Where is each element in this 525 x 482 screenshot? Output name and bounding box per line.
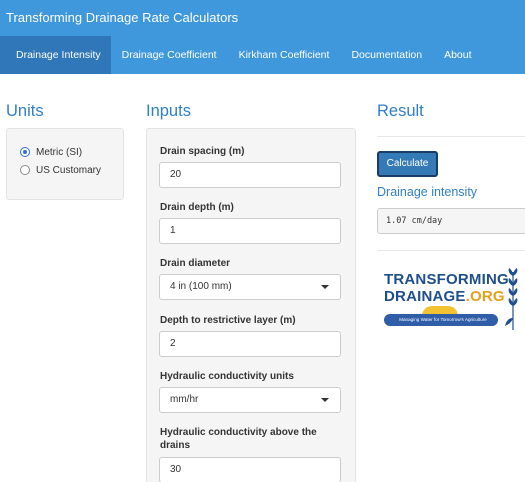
calculate-button[interactable]: Calculate <box>377 151 438 177</box>
restrictive-depth-input[interactable]: 2 <box>159 331 341 357</box>
nav-tabs: Drainage Intensity Drainage Coefficient … <box>0 36 483 74</box>
tab-drainage-intensity[interactable]: Drainage Intensity <box>0 36 111 74</box>
conductivity-units-select[interactable]: mm/hr <box>159 387 341 413</box>
inputs-heading: Inputs <box>146 102 191 120</box>
drainage-intensity-output: 1.07 cm/day <box>377 208 525 234</box>
conductivity-units-value: mm/hr <box>170 394 199 405</box>
logo-line2-suffix: .ORG <box>465 288 505 305</box>
wheat-icon <box>505 268 518 330</box>
inputs-panel: Drain spacing (m) 20 Drain depth (m) 1 D… <box>146 128 356 482</box>
divider <box>377 250 525 251</box>
units-panel: Metric (SI) US Customary <box>6 128 124 200</box>
logo-line2-main: DRAINAGE <box>384 288 466 305</box>
caret-down-icon <box>321 285 329 289</box>
app-title[interactable]: Transforming Drainage Rate Calculators <box>6 10 238 25</box>
navbar: Transforming Drainage Rate Calculators D… <box>0 0 525 74</box>
restrictive-depth-label: Depth to restrictive layer (m) <box>160 315 296 326</box>
drain-diameter-label: Drain diameter <box>160 258 231 269</box>
result-heading: Result <box>377 102 424 120</box>
units-heading: Units <box>6 102 44 120</box>
drain-diameter-value: 4 in (100 mm) <box>170 281 232 292</box>
conductivity-units-label: Hydraulic conductivity units <box>160 371 294 382</box>
units-option-label: Metric (SI) <box>36 146 83 158</box>
logo-tagline: Managing Water for Tomorrow's Agricultur… <box>399 317 487 322</box>
logo-line1: TRANSFORMING <box>384 271 509 288</box>
divider <box>377 136 525 137</box>
conductivity-above-label: Hydraulic conductivity above the drains <box>160 427 317 451</box>
radio-unchecked-icon[interactable] <box>20 165 30 175</box>
conductivity-above-input[interactable]: 30 <box>159 457 341 482</box>
units-option-label: US Customary <box>36 164 102 176</box>
transforming-drainage-logo[interactable]: TRANSFORMING DRAINAGE.ORG Managing Water… <box>384 266 524 334</box>
units-option-metric[interactable]: Metric (SI) <box>20 143 123 161</box>
drainage-intensity-label: Drainage intensity <box>377 185 478 199</box>
drain-spacing-input[interactable]: 20 <box>159 162 341 188</box>
drain-diameter-select[interactable]: 4 in (100 mm) <box>159 274 341 300</box>
tab-about[interactable]: About <box>433 36 482 74</box>
caret-down-icon <box>321 398 329 402</box>
drain-depth-input[interactable]: 1 <box>159 218 341 244</box>
tab-kirkham-coefficient[interactable]: Kirkham Coefficient <box>228 36 341 74</box>
tab-documentation[interactable]: Documentation <box>340 36 433 74</box>
drain-depth-label: Drain depth (m) <box>160 202 234 213</box>
drain-spacing-label: Drain spacing (m) <box>160 146 245 157</box>
logo-line2: DRAINAGE.ORG <box>384 288 505 305</box>
tab-drainage-coefficient[interactable]: Drainage Coefficient <box>111 36 228 74</box>
radio-checked-icon[interactable] <box>20 147 30 157</box>
units-option-us-customary[interactable]: US Customary <box>20 161 123 179</box>
